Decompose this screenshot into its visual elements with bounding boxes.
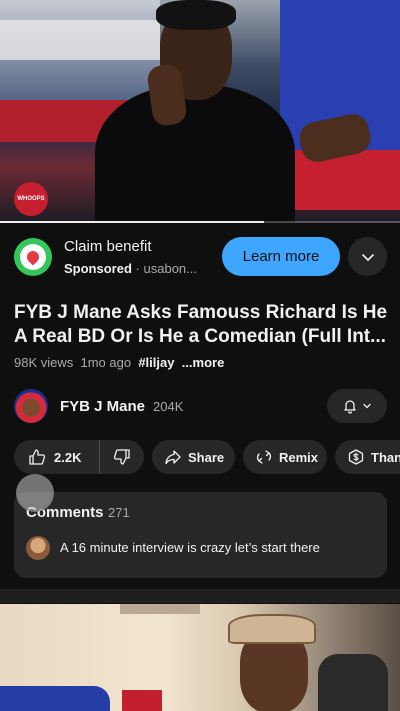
video-person-body xyxy=(95,85,295,223)
like-count: 2.2K xyxy=(54,449,82,465)
chevron-down-icon xyxy=(363,403,371,409)
action-chips: 2.2K Share Remix Thanks xyxy=(14,440,400,474)
thumb-up-icon xyxy=(29,449,46,465)
thumbnail-person-cap xyxy=(228,614,316,644)
video-person-hair xyxy=(156,0,236,30)
remix-label: Remix xyxy=(279,449,319,465)
notification-bell-button[interactable] xyxy=(327,389,387,423)
video-meta[interactable]: 98K views 1mo ago #liljay ...more xyxy=(14,355,224,370)
video-progress-fill xyxy=(0,221,264,223)
thumb-down-icon xyxy=(113,449,130,465)
share-button[interactable]: Share xyxy=(152,440,235,474)
share-icon xyxy=(165,450,181,465)
ad-separator: · xyxy=(135,261,140,276)
section-divider xyxy=(0,589,400,603)
next-video-thumbnail[interactable] xyxy=(0,604,400,711)
top-comment-text: A 16 minute interview is crazy let’s sta… xyxy=(60,540,320,555)
channel-row[interactable]: FYB J Mane 204K xyxy=(0,387,400,427)
dislike-button[interactable] xyxy=(100,440,144,474)
remix-icon xyxy=(256,450,272,464)
advertiser-logo-icon xyxy=(14,238,52,276)
subscriber-count: 204K xyxy=(153,399,184,414)
ad-meta: Sponsored · usabon... xyxy=(64,261,197,276)
comments-card[interactable]: Comments 271 A 16 minute interview is cr… xyxy=(14,492,387,578)
share-label: Share xyxy=(188,449,225,465)
channel-watermark-logo: WHOOPS xyxy=(14,182,48,216)
thumbnail-chair xyxy=(318,654,388,711)
hashtag-link[interactable]: #liljay xyxy=(138,355,174,370)
sponsored-label: Sponsored xyxy=(64,261,132,276)
video-shelf xyxy=(0,20,160,60)
upload-age: 1mo ago xyxy=(80,355,132,370)
more-link[interactable]: ...more xyxy=(182,355,225,370)
like-dislike-chip: 2.2K xyxy=(14,440,144,474)
thumbnail-red-object xyxy=(122,690,162,711)
video-progress-bar[interactable] xyxy=(0,221,400,223)
thanks-button[interactable]: Thanks xyxy=(335,440,400,474)
comments-count: 271 xyxy=(108,505,130,520)
chevron-down-icon xyxy=(361,253,374,261)
bell-icon xyxy=(344,400,356,414)
learn-more-button[interactable]: Learn more xyxy=(222,237,340,276)
thumbnail-shelf xyxy=(120,604,200,614)
remix-button[interactable]: Remix xyxy=(243,440,327,474)
thumbnail-blue-object xyxy=(0,686,110,711)
dollar-icon xyxy=(348,449,364,465)
channel-name[interactable]: FYB J Mane xyxy=(60,398,145,415)
video-player[interactable]: WHOOPS xyxy=(0,0,400,223)
commenter-avatar xyxy=(26,536,50,560)
ad-title: Claim benefit xyxy=(64,238,152,255)
channel-avatar[interactable] xyxy=(14,389,48,423)
ad-menu-button[interactable] xyxy=(348,237,387,276)
view-count: 98K views xyxy=(14,355,74,370)
thanks-label: Thanks xyxy=(371,449,400,465)
ad-advertiser: usabon... xyxy=(143,261,198,276)
video-title[interactable]: FYB J Mane Asks Famouss Richard Is He A … xyxy=(14,301,390,349)
touch-indicator xyxy=(16,474,54,512)
sponsored-ad-row[interactable]: Claim benefit Sponsored · usabon... Lear… xyxy=(0,230,400,286)
like-button[interactable]: 2.2K xyxy=(14,440,100,474)
